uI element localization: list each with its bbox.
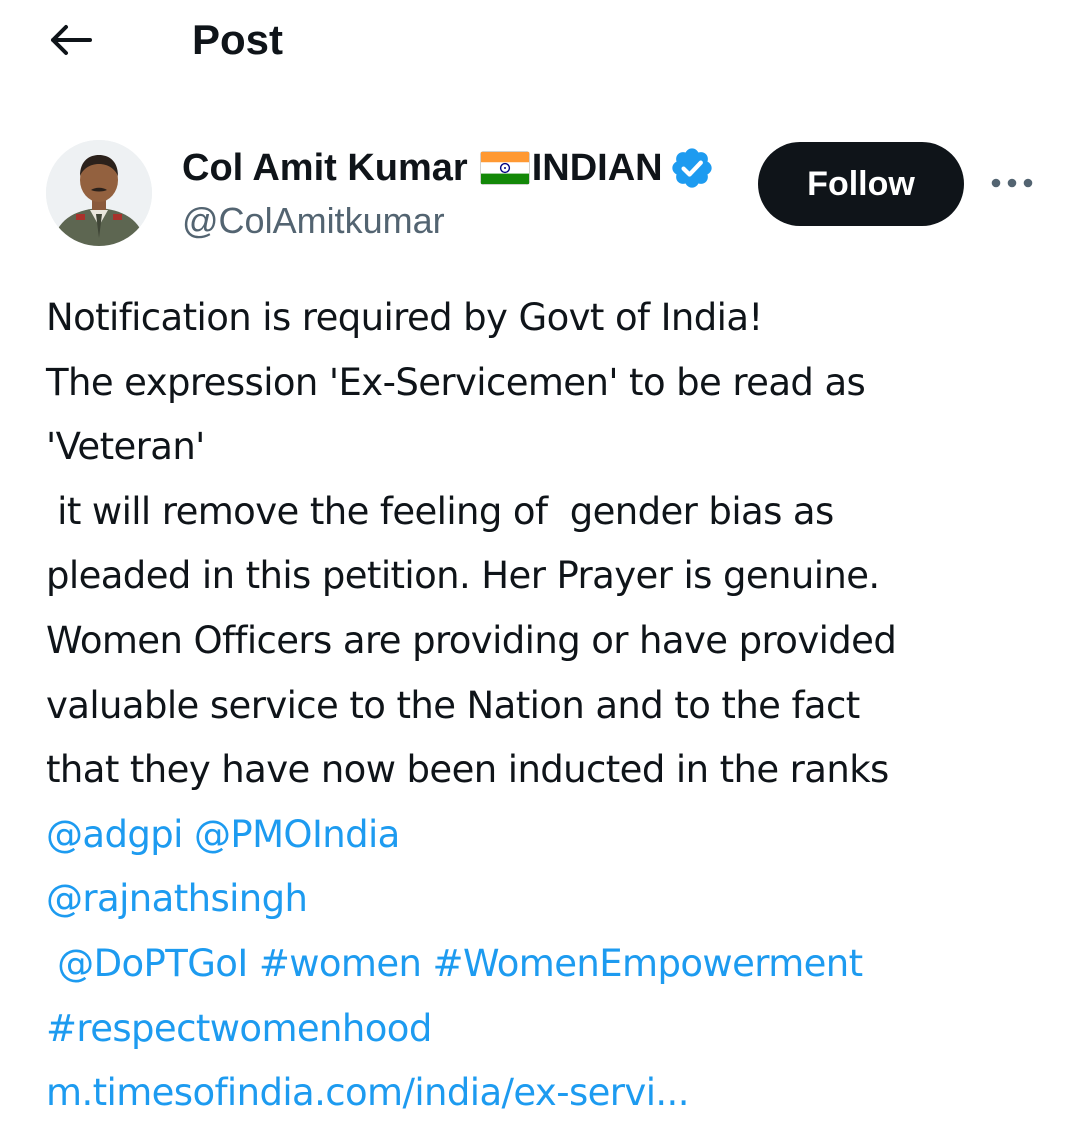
post-text-line: it will remove the feeling of gender bia… [46,489,834,533]
mentions-line: @DoPTGoI #women #WomenEmpowerment [46,932,1056,997]
post-text-line: Women Officers are providing or have pro… [46,618,897,662]
hashtag-womenempowerment[interactable]: #WomenEmpowerment [433,942,864,985]
mentions-line: @rajnathsingh [46,867,1056,932]
arrow-left-icon [51,25,92,55]
page-title: Post [192,16,284,63]
more-options-icon [991,178,1033,188]
external-link[interactable]: m.timesofindia.com/india/ex-servi... [46,1071,689,1114]
author-handle[interactable]: @ColAmitkumar [182,196,445,246]
author-name-suffix[interactable]: INDIAN [532,142,663,194]
post-text-line: 'Veteran' [46,425,205,469]
post-text: Notification is required by Govt of Indi… [46,286,1056,1126]
hashtag-women[interactable]: #women [259,942,422,985]
mention-pmoindia[interactable]: @PMOIndia [194,813,400,856]
author-name-row[interactable]: Col Amit Kumar INDIAN [182,142,715,194]
avatar[interactable] [46,140,152,246]
post-text-line: Notification is required by Govt of Indi… [46,296,763,339]
mentions-line: @adgpi @PMOIndia [46,803,1056,868]
post-text-line: The expression 'Ex-Servicemen' to be rea… [46,360,866,404]
mention-adgpi[interactable]: @adgpi [46,813,183,856]
link-line: m.timesofindia.com/india/ex-servi... [46,1061,1056,1126]
hashtags-line: #respectwomenhood [46,997,1056,1062]
hashtag-respectwomenhood[interactable]: #respectwomenhood [46,1007,432,1050]
post-text-line: that they have now been inducted in the … [46,748,889,792]
back-button[interactable] [42,18,98,62]
mention-rajnathsingh[interactable]: @rajnathsingh [46,877,308,920]
avatar-image [46,140,152,246]
post-text-line: pleaded in this petition. Her Prayer is … [46,554,880,598]
follow-button[interactable]: Follow [758,142,964,226]
top-bar: Post [0,0,1080,80]
verified-badge-icon[interactable] [669,145,715,191]
author-display-name[interactable]: Col Amit Kumar [182,142,468,194]
post-text-line: valuable service to the Nation and to th… [46,683,860,727]
more-options-button[interactable] [986,160,1038,206]
india-flag-icon [479,151,530,185]
mention-doptgoi[interactable]: @DoPTGoI [57,942,248,985]
